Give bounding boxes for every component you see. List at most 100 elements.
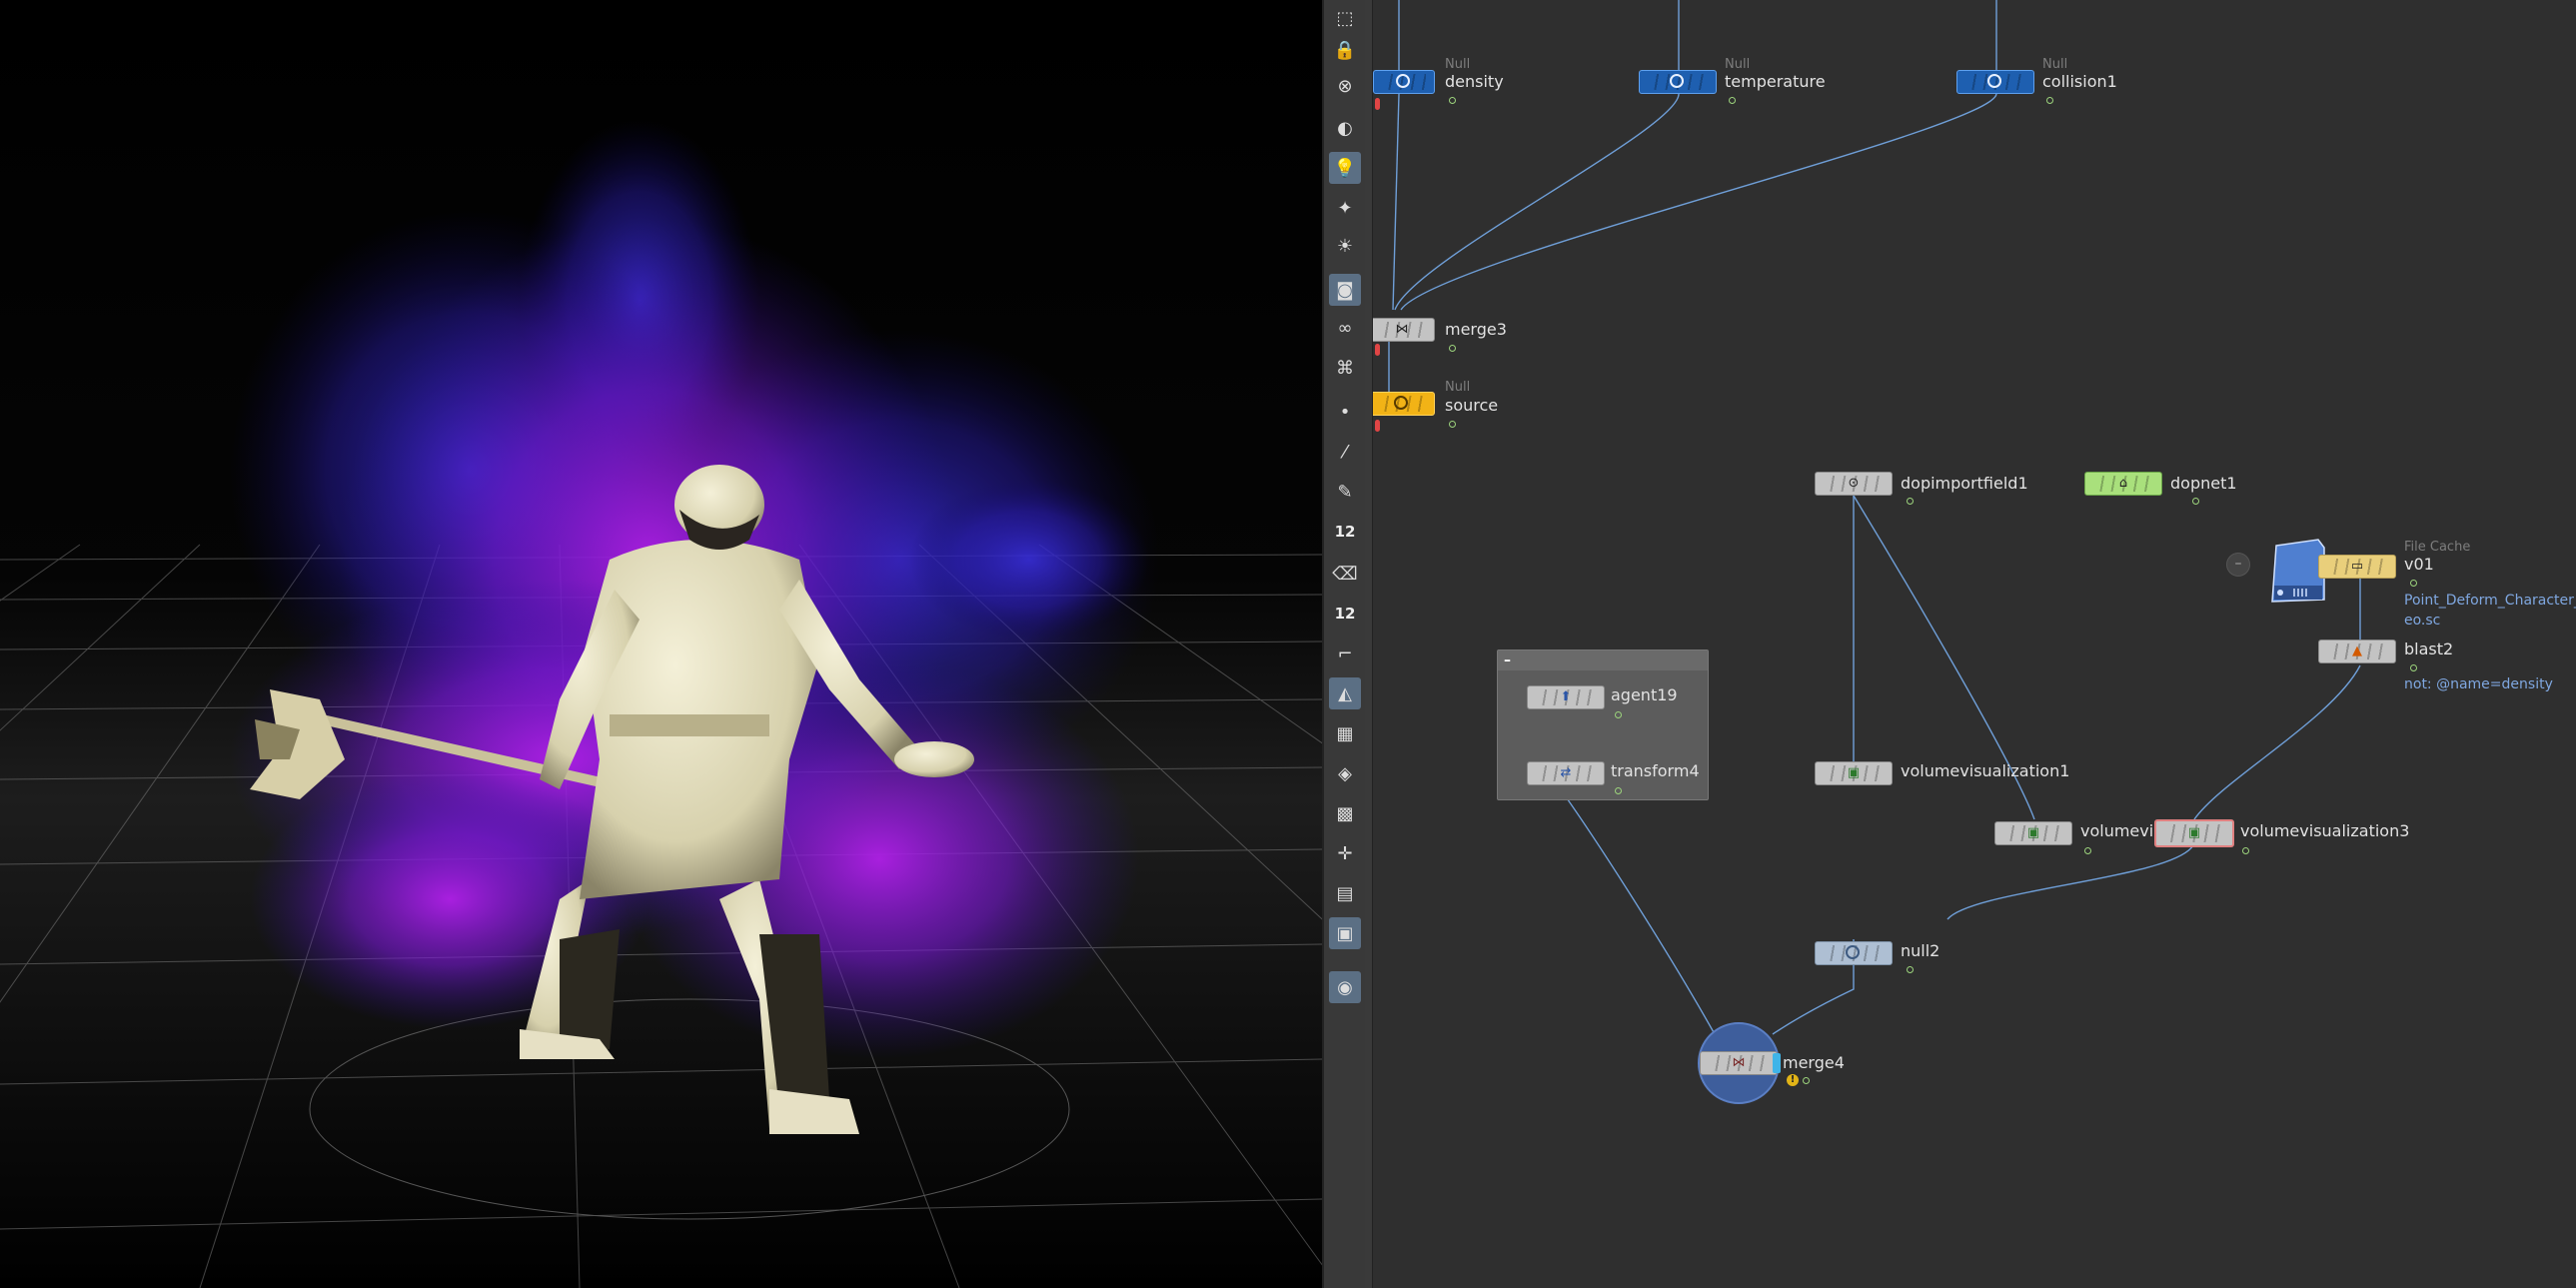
close-icon[interactable]: ⊗ [1329, 70, 1361, 102]
minimize-box-icon[interactable]: – [1504, 652, 1511, 668]
point-light-icon-glyph: ✦ [1337, 197, 1353, 219]
temperature-null-node[interactable] [1639, 70, 1717, 94]
filecache-node[interactable]: ▭ [2318, 555, 2396, 579]
transform4-output-flag [1615, 787, 1622, 794]
shading-icon-glyph: ◭ [1338, 682, 1352, 704]
paint-brush-icon[interactable]: ⁄ [1329, 436, 1361, 468]
camera-icon-glyph: ◙ [1336, 279, 1354, 301]
diamond-icon-glyph: ◈ [1338, 762, 1352, 784]
filecache-path-label: Point_Deform_Character_v [2404, 593, 2576, 609]
agent19-output-flag [1615, 711, 1622, 718]
blast2-node[interactable]: ▲ [2318, 640, 2396, 663]
lock-icon[interactable]: 🔒 [1329, 34, 1361, 66]
select-icon-glyph: ⬚ [1336, 7, 1354, 29]
merge4-node-label: merge4 [1783, 1053, 1845, 1072]
dopnet1-node[interactable]: ⌂ [2084, 472, 2162, 496]
light-bulb-icon[interactable]: 💡 [1329, 152, 1361, 184]
volume-vis-icon: ▣ [2187, 825, 2201, 840]
source-display-flag [1375, 420, 1380, 432]
volumevisualization3-node[interactable]: ▣ [2154, 819, 2234, 847]
scene-viewport[interactable] [0, 0, 1322, 1288]
diamond-icon[interactable]: ◈ [1329, 757, 1361, 789]
density-output-flag [1449, 97, 1456, 104]
axes-icon[interactable]: ✛ [1329, 837, 1361, 869]
network-editor[interactable]: Null density Null temperature Null colli… [1373, 0, 2576, 1288]
filecache-type-label: File Cache [2404, 540, 2471, 555]
paint-brush-icon-glyph: ⁄ [1343, 441, 1347, 463]
glasses-icon[interactable]: ∞ [1329, 312, 1361, 344]
density-null-node[interactable] [1373, 70, 1435, 94]
collapse-button[interactable]: – [2226, 553, 2250, 577]
filecache-path-continued: eo.sc [2404, 613, 2441, 629]
volumevisualization1-node-label: volumevisualization1 [1901, 761, 2070, 780]
source-node-label: source [1445, 396, 1499, 415]
marker-icon-glyph: ◉ [1337, 976, 1353, 998]
null-ring-icon [1396, 74, 1410, 88]
merge3-node-label: merge3 [1445, 320, 1507, 339]
collision1-null-node[interactable] [1956, 70, 2034, 94]
transform4-node-label: transform4 [1611, 761, 1700, 780]
volumevisualization3-output-flag [2242, 847, 2249, 854]
camera-icon[interactable]: ◙ [1329, 274, 1361, 306]
pane-splitter[interactable] [1365, 0, 1373, 1288]
dopimportfield1-node[interactable]: ⊙ [1815, 472, 1893, 496]
volumevisualization3-node-label: volumevisualization3 [2240, 821, 2410, 840]
merge-icon: ⋈ [1732, 1055, 1746, 1070]
volumevis-node-label: volumevis [2080, 821, 2162, 840]
layer-icon-glyph: ▤ [1336, 882, 1354, 904]
eraser-icon-glyph: ⌫ [1332, 563, 1358, 585]
map-icon-glyph: ▩ [1336, 802, 1354, 824]
blast2-output-flag [2410, 664, 2417, 671]
filecache-output-flag [2410, 580, 2417, 587]
temperature-node-label: temperature [1725, 72, 1826, 91]
agent19-node-label: agent19 [1611, 685, 1678, 704]
dopimportfield1-node-label: dopimportfield1 [1901, 474, 2028, 493]
volumevisualization1-node[interactable]: ▣ [1815, 761, 1893, 785]
source-null-node[interactable] [1373, 392, 1435, 416]
checker-icon[interactable]: ▦ [1329, 717, 1361, 749]
eraser-icon[interactable]: ⌫ [1329, 558, 1361, 590]
filecache-node-label: v01 [2404, 555, 2434, 574]
camera-view-icon[interactable]: ⌘ [1329, 352, 1361, 384]
layer-icon[interactable]: ▤ [1329, 877, 1361, 909]
text-size-icon-glyph: 12 [1334, 605, 1356, 623]
null2-node[interactable] [1815, 941, 1893, 965]
point-icon[interactable]: • [1329, 396, 1361, 428]
marker-icon[interactable]: ◉ [1329, 971, 1361, 1003]
merge3-node[interactable]: ⋈ [1373, 318, 1435, 342]
background-image-icon[interactable]: ▣ [1329, 917, 1361, 949]
warning-icon[interactable]: ! [1787, 1074, 1799, 1086]
lock-icon-glyph: 🔒 [1333, 39, 1357, 61]
curve-icon[interactable]: ⌐ [1329, 638, 1361, 669]
volume-vis-icon: ▣ [1847, 765, 1861, 780]
shading-icon[interactable]: ◭ [1329, 677, 1361, 709]
collision1-node-label: collision1 [2042, 72, 2117, 91]
null-ring-icon [1670, 74, 1684, 88]
map-icon[interactable]: ▩ [1329, 797, 1361, 829]
network-box-header[interactable]: – [1498, 650, 1708, 670]
glasses-icon-glyph: ∞ [1337, 317, 1353, 339]
point-icon-glyph: • [1339, 401, 1351, 423]
pen-icon[interactable]: ✎ [1329, 476, 1361, 508]
volumevis-node[interactable]: ▣ [1994, 821, 2072, 845]
merge4-node[interactable]: ⋈ [1700, 1051, 1778, 1075]
text-size-icon[interactable]: 12 [1329, 598, 1361, 630]
dop-import-icon: ⊙ [1848, 476, 1860, 491]
point-size-icon[interactable]: 12 [1329, 516, 1361, 548]
density-node-label: density [1445, 72, 1504, 91]
headlight-icon[interactable]: ◐ [1329, 112, 1361, 144]
agent19-node[interactable]: ⬆ [1527, 685, 1605, 709]
dopnet1-output-flag [2192, 498, 2199, 505]
collision1-output-flag [2046, 97, 2053, 104]
merge4-display-flag[interactable] [1773, 1053, 1781, 1073]
merge3-output-flag [1449, 345, 1456, 352]
close-icon-glyph: ⊗ [1337, 75, 1353, 97]
select-icon[interactable]: ⬚ [1329, 2, 1361, 34]
spot-light-icon[interactable]: ☀ [1329, 230, 1361, 262]
spot-light-icon-glyph: ☀ [1336, 235, 1354, 257]
filecache-icon: ▭ [2350, 559, 2364, 574]
viewport-toolbar: ⬚ 🔒 ⊗ ◐ 💡 ✦ ☀ ◙ ∞ ⌘ • ⁄ ✎ 12 ⌫ 12 ⌐ ◭ ▦ ◈ ▩ ✛ ▤ ▣ ◉ [1322, 0, 1365, 1288]
transform4-node[interactable]: ⇄ [1527, 761, 1605, 785]
point-light-icon[interactable]: ✦ [1329, 192, 1361, 224]
point-size-icon-glyph: 12 [1334, 523, 1356, 541]
